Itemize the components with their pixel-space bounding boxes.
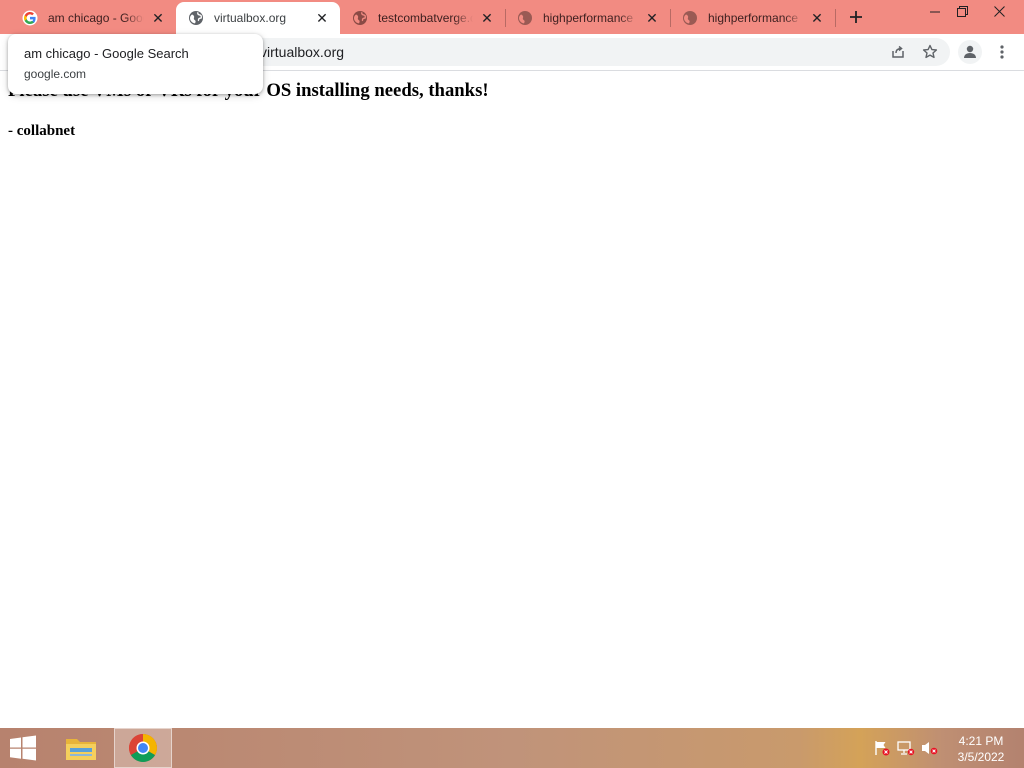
hover-card-title: am chicago - Google Search — [24, 46, 189, 61]
system-clock[interactable]: 4:21 PM 3/5/2022 — [948, 733, 1014, 765]
tab-separator — [835, 9, 836, 27]
address-bar[interactable]: virtualbox.org — [190, 38, 950, 66]
restore-icon — [956, 5, 968, 17]
google-icon — [22, 10, 38, 26]
star-icon — [922, 44, 938, 59]
tab-title: highperformance — [543, 11, 634, 25]
taskbar-file-explorer[interactable] — [52, 728, 110, 768]
bookmark-button[interactable] — [920, 42, 940, 62]
tab-title: highperformance — [708, 11, 799, 25]
tab-title: am chicago - Google Search — [48, 11, 144, 25]
menu-button[interactable] — [992, 42, 1012, 62]
network-icon[interactable] — [897, 740, 915, 756]
close-tab-icon[interactable]: ✕ — [314, 10, 330, 26]
new-tab-button[interactable] — [845, 6, 867, 28]
restore-button[interactable] — [945, 0, 979, 22]
tab-google-search[interactable]: am chicago - Google Search ✕ — [10, 2, 176, 34]
tab-highperformance-2[interactable]: highperformance ✕ — [670, 2, 835, 34]
close-tab-icon[interactable]: ✕ — [479, 10, 495, 26]
globe-icon — [352, 10, 368, 26]
close-tab-icon[interactable]: ✕ — [150, 10, 166, 26]
clock-date: 3/5/2022 — [957, 750, 1005, 764]
minimize-icon — [929, 11, 940, 12]
tab-strip: am chicago - Google Search ✕ virtualbox.… — [0, 0, 1024, 34]
globe-icon — [682, 10, 698, 26]
volume-muted-icon[interactable] — [921, 740, 939, 756]
taskbar-chrome[interactable] — [114, 728, 172, 768]
start-button[interactable] — [6, 734, 40, 762]
share-button[interactable] — [888, 42, 908, 62]
profile-button[interactable] — [958, 40, 982, 64]
close-tab-icon[interactable]: ✕ — [809, 10, 825, 26]
taskbar: 4:21 PM 3/5/2022 — [0, 728, 1024, 768]
tab-title: testcombatverge.com — [378, 11, 473, 25]
file-explorer-icon — [66, 739, 96, 760]
tab-hover-card: am chicago - Google Search google.com — [8, 34, 263, 94]
tab-testcombatverge[interactable]: testcombatverge.com ✕ — [340, 2, 505, 34]
share-icon — [892, 45, 904, 58]
tab-highperformance-1[interactable]: highperformance ✕ — [505, 2, 670, 34]
clock-time: 4:21 PM — [958, 734, 1004, 748]
chrome-icon — [129, 734, 157, 762]
tab-virtualbox[interactable]: virtualbox.org ✕ — [176, 2, 340, 34]
page-content: Please use VMs or VRs for your OS instal… — [0, 71, 1024, 728]
tab-title: virtualbox.org — [214, 11, 287, 25]
globe-icon — [188, 10, 204, 26]
globe-icon — [517, 10, 533, 26]
plus-icon — [850, 11, 862, 23]
windows-logo-icon — [10, 735, 36, 761]
avatar-icon — [964, 45, 976, 58]
close-tab-icon[interactable]: ✕ — [644, 10, 660, 26]
action-center-flag-icon[interactable] — [873, 740, 891, 756]
address-url[interactable]: virtualbox.org — [260, 44, 344, 60]
close-icon — [993, 5, 1005, 17]
hover-card-domain: google.com — [24, 67, 87, 81]
kebab-menu-icon — [1000, 45, 1004, 59]
close-window-button[interactable] — [982, 0, 1016, 22]
page-signature: - collabnet — [8, 123, 76, 139]
